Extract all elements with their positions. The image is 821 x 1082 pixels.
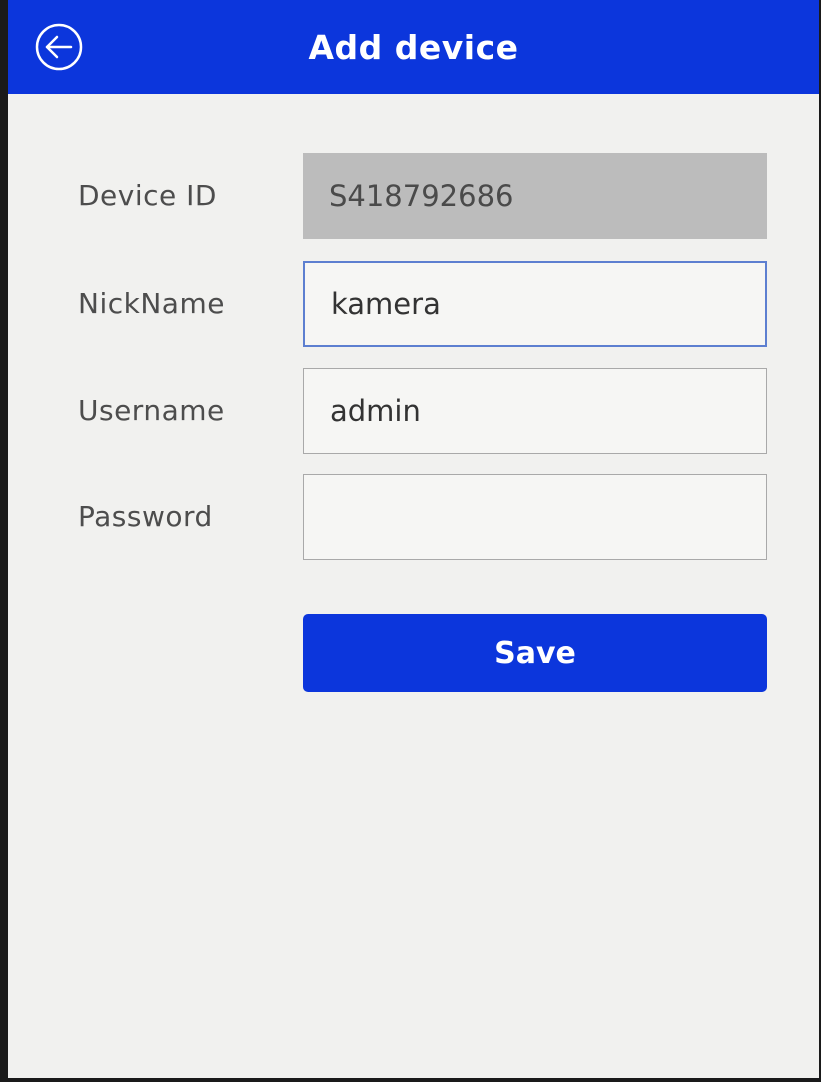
username-label: Username (78, 394, 225, 427)
add-device-screen: Add device Device ID NickName Username P… (8, 0, 819, 1078)
device-id-field (303, 153, 767, 239)
username-field[interactable] (303, 368, 767, 454)
app-bar: Add device (8, 0, 819, 94)
nickname-field[interactable] (303, 261, 767, 347)
password-field[interactable] (303, 474, 767, 560)
nickname-label: NickName (78, 287, 225, 320)
password-label: Password (78, 500, 213, 533)
save-button[interactable]: Save (303, 614, 767, 692)
page-title: Add device (308, 28, 519, 67)
device-id-label: Device ID (78, 179, 217, 212)
